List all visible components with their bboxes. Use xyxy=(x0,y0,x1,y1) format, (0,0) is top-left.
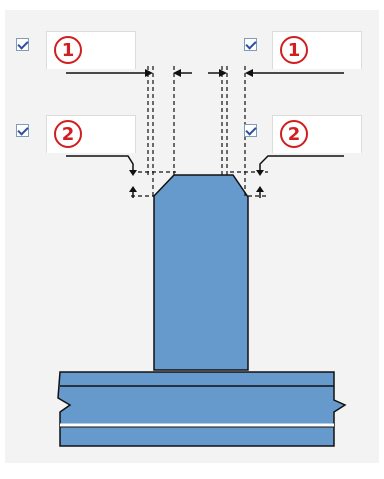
badge-number-icon: 1 xyxy=(54,36,82,64)
weld-right-2-field[interactable]: 2 xyxy=(272,115,362,153)
badge-number-icon: 2 xyxy=(54,120,82,148)
badge-number-icon: 1 xyxy=(280,36,308,64)
arrow-right-1a xyxy=(219,69,227,77)
badge-number-icon: 2 xyxy=(280,120,308,148)
weld-left-1-field[interactable]: 1 xyxy=(46,31,136,69)
weld-left-2-checkbox[interactable] xyxy=(16,124,29,137)
weld-right-2-checkbox[interactable] xyxy=(244,124,257,137)
arrow-right-1b xyxy=(245,69,253,77)
vertical-plate xyxy=(153,174,249,371)
weld-left-2-field[interactable]: 2 xyxy=(46,115,136,153)
weld-right-1-checkbox[interactable] xyxy=(244,38,257,51)
leader-left-2 xyxy=(66,155,134,170)
arrow-left-1a xyxy=(145,69,153,77)
weld-settings-panel: 1 1 2 2 xyxy=(0,0,384,479)
leader-right-2 xyxy=(259,155,344,170)
weld-right-1-field[interactable]: 1 xyxy=(272,31,362,69)
base-plate xyxy=(57,371,347,447)
weld-diagram xyxy=(57,66,347,447)
weld-left-1-checkbox[interactable] xyxy=(16,38,29,51)
